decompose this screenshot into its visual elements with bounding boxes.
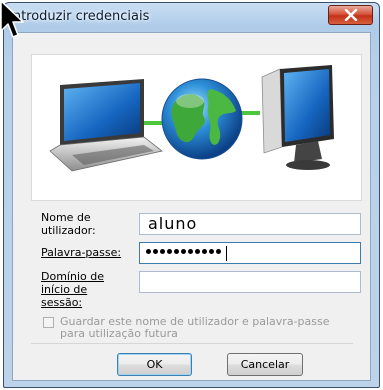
password-mask	[146, 249, 221, 254]
password-label: Palavra-passe:	[41, 246, 122, 259]
password-dot	[181, 249, 186, 254]
password-dot	[167, 249, 172, 254]
credentials-dialog: Introduzir credenciais Nome de utilizado…	[3, 2, 380, 388]
username-label: Nome de utilizador:	[41, 211, 96, 237]
password-dot	[209, 249, 214, 254]
password-dot	[146, 249, 151, 254]
title-bar[interactable]: Introduzir credenciais	[4, 3, 379, 33]
password-dot	[216, 249, 221, 254]
network-banner	[31, 54, 362, 201]
globe-icon	[161, 78, 243, 160]
domain-label: Domínio de início de sessão:	[41, 270, 131, 309]
cancel-button[interactable]: Cancelar	[227, 353, 303, 376]
dialog-client-area: Nome de utilizador: aluno Palavra-passe:…	[12, 32, 371, 381]
username-field[interactable]: aluno	[139, 213, 361, 235]
close-icon	[344, 9, 358, 21]
password-dot	[195, 249, 200, 254]
password-dot	[188, 249, 193, 254]
save-credentials-checkbox[interactable]	[43, 317, 54, 328]
mouse-pointer-icon	[0, 0, 24, 38]
text-caret	[226, 246, 227, 261]
ok-button[interactable]: OK	[117, 353, 192, 376]
domain-label-text: Domínio de início de sessão:	[41, 270, 104, 309]
domain-field[interactable]	[139, 271, 361, 293]
window-title: Introduzir credenciais	[9, 9, 150, 24]
divider	[31, 343, 353, 344]
password-field[interactable]	[139, 242, 361, 264]
username-value: aluno	[148, 214, 198, 233]
save-credentials-label: Guardar este nome de utilizador e palavr…	[60, 315, 330, 340]
password-dot	[174, 249, 179, 254]
password-dot	[160, 249, 165, 254]
password-dot	[153, 249, 158, 254]
close-button[interactable]	[328, 5, 373, 25]
desktop-monitor-icon	[261, 65, 334, 170]
password-dot	[202, 249, 207, 254]
